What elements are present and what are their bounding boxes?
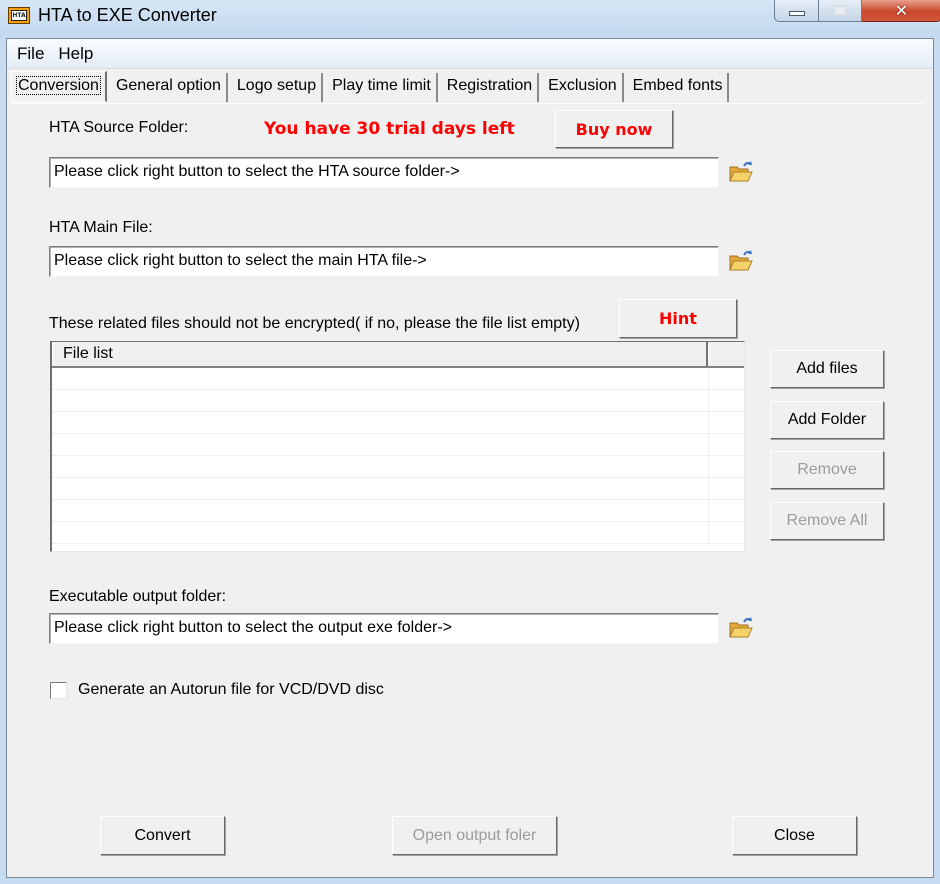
hint-button[interactable]: Hint xyxy=(619,299,737,338)
window-title: HTA to EXE Converter xyxy=(38,5,217,25)
trial-notice: You have 30 trial days left xyxy=(264,119,515,139)
source-folder-label: HTA Source Folder: xyxy=(49,119,189,136)
browse-output-folder-icon[interactable] xyxy=(727,615,755,641)
convert-button[interactable]: Convert xyxy=(100,816,225,855)
file-list[interactable]: File list xyxy=(50,341,745,552)
column-header-extra[interactable] xyxy=(708,342,744,366)
related-files-label: These related files should not be encryp… xyxy=(49,315,580,332)
list-row xyxy=(52,522,744,544)
maximize-button[interactable] xyxy=(819,0,862,22)
tab-logo-setup[interactable]: Logo setup xyxy=(232,73,324,102)
tab-play-time-limit[interactable]: Play time limit xyxy=(327,73,438,102)
title-bar: HTA HTA to EXE Converter ✕ xyxy=(0,0,940,38)
main-file-label: HTA Main File: xyxy=(49,219,153,236)
browse-main-file-icon[interactable] xyxy=(727,248,755,274)
tab-panel-border xyxy=(11,103,923,104)
autorun-checkbox[interactable] xyxy=(50,682,67,699)
tab-conversion[interactable]: Conversion xyxy=(11,71,107,102)
main-window: File Help Conversion General option Logo… xyxy=(6,38,934,878)
main-file-field[interactable]: Please click right button to select the … xyxy=(49,246,719,277)
minimize-icon xyxy=(788,11,805,16)
menu-file[interactable]: File xyxy=(7,44,50,64)
menu-bar: File Help xyxy=(7,39,933,69)
browse-source-folder-icon[interactable] xyxy=(727,159,755,185)
output-folder-label: Executable output folder: xyxy=(49,588,227,605)
remove-button[interactable]: Remove xyxy=(770,451,884,489)
close-icon: ✕ xyxy=(894,1,909,20)
tab-embed-fonts[interactable]: Embed fonts xyxy=(628,73,730,102)
app-icon-label: HTA xyxy=(11,10,27,21)
open-output-folder-button[interactable]: Open output foler xyxy=(392,816,557,855)
autorun-label[interactable]: Generate an Autorun file for VCD/DVD dis… xyxy=(78,681,384,699)
menu-help[interactable]: Help xyxy=(50,44,99,64)
buy-now-button[interactable]: Buy now xyxy=(555,110,673,148)
list-row xyxy=(52,368,744,390)
add-folder-button[interactable]: Add Folder xyxy=(770,401,884,439)
tab-general-option[interactable]: General option xyxy=(111,73,228,102)
list-row xyxy=(52,390,744,412)
window-controls: ✕ xyxy=(774,0,940,22)
list-row xyxy=(52,500,744,522)
close-window-button[interactable]: ✕ xyxy=(862,0,940,22)
list-row xyxy=(52,412,744,434)
minimize-button[interactable] xyxy=(774,0,819,22)
maximize-icon xyxy=(833,5,847,16)
output-folder-field[interactable]: Please click right button to select the … xyxy=(49,613,719,644)
tab-registration[interactable]: Registration xyxy=(442,73,540,102)
column-header-file-list[interactable]: File list xyxy=(52,342,708,366)
tab-strip: Conversion General option Logo setup Pla… xyxy=(11,71,733,103)
source-folder-field[interactable]: Please click right button to select the … xyxy=(49,157,719,188)
file-list-header: File list xyxy=(52,342,744,368)
list-row xyxy=(52,456,744,478)
list-row xyxy=(52,478,744,500)
app-icon: HTA xyxy=(8,7,30,24)
tab-exclusion[interactable]: Exclusion xyxy=(543,73,624,102)
remove-all-button[interactable]: Remove All xyxy=(770,502,884,540)
close-button[interactable]: Close xyxy=(732,816,857,855)
add-files-button[interactable]: Add files xyxy=(770,350,884,388)
list-row xyxy=(52,434,744,456)
tab-label: Conversion xyxy=(16,76,101,95)
